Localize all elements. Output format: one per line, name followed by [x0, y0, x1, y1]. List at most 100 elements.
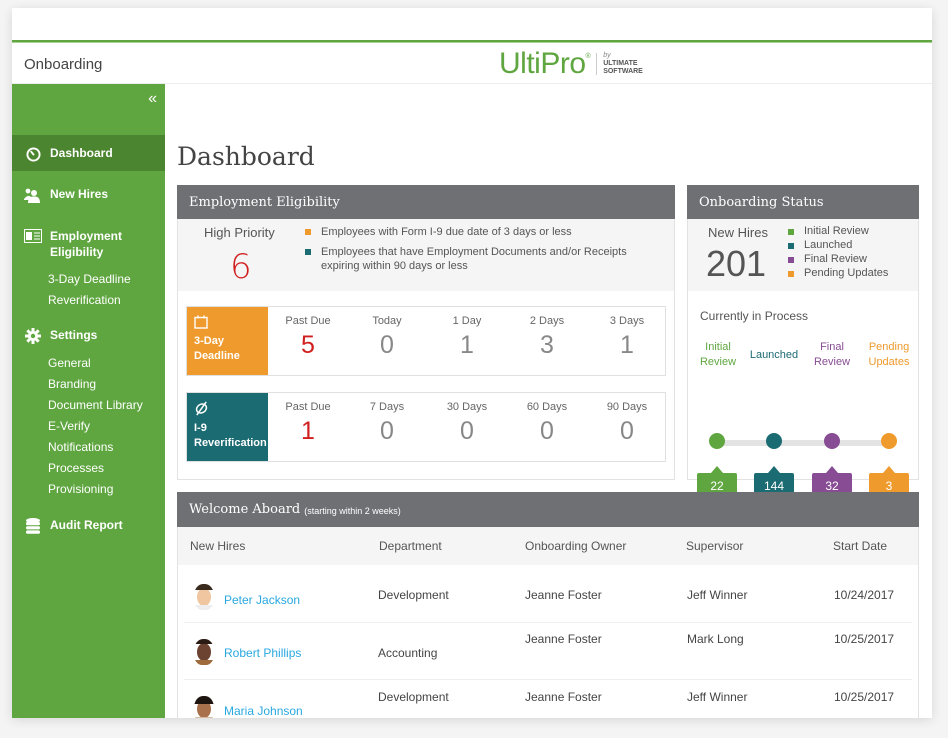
new-hires-summary: New Hires 201 Initial Review Launched Fi… [688, 219, 918, 291]
sidebar-subitem-provisioning[interactable]: Provisioning [48, 482, 113, 496]
sidebar-item-settings[interactable]: Settings [12, 328, 165, 344]
welcome-aboard-subtitle: (starting within 2 weeks) [304, 505, 401, 516]
three-day-deadline-tag[interactable]: 3-Day Deadline [187, 307, 268, 375]
sidebar-item-employment-eligibility[interactable]: Employment Eligibility [12, 228, 165, 260]
legend-swatch-orange [305, 229, 311, 235]
app-window: Onboarding UltiPro® by ULTIMATE SOFTWARE… [12, 8, 932, 718]
sidebar-subitem-document-library[interactable]: Document Library [48, 398, 143, 412]
sidebar-subitem-reverification[interactable]: Reverification [48, 293, 121, 307]
reverification-col-7-days[interactable]: 7 Days 0 [347, 401, 427, 446]
owner-cell: Jeanne Foster [525, 690, 602, 704]
owner-cell: Jeanne Foster [525, 588, 602, 602]
accent-bar [12, 40, 932, 43]
table-header: New Hires Department Onboarding Owner Su… [178, 527, 918, 565]
sidebar-subitem-general[interactable]: General [48, 356, 91, 370]
sidebar-item-label: New Hires [50, 187, 109, 201]
app-header: Onboarding UltiPro® by ULTIMATE SOFTWARE [12, 44, 932, 84]
start-date-cell: 10/25/2017 [834, 690, 895, 704]
ultipro-logo[interactable]: UltiPro® by ULTIMATE SOFTWARE [499, 47, 643, 81]
stage-dot-final-review[interactable] [824, 433, 840, 449]
three-day-deadline-row: 3-Day Deadline Past Due 5 Today 0 1 Day … [186, 306, 666, 376]
main-content: Dashboard Employment Eligibility High Pr… [165, 84, 932, 718]
department-cell: Development [378, 588, 449, 602]
column-header-supervisor[interactable]: Supervisor [686, 539, 743, 553]
new-hire-name-link[interactable]: Peter Jackson [224, 593, 300, 607]
app-title: Onboarding [24, 56, 103, 73]
legend-initial-review: Initial Review [788, 225, 869, 237]
table-row[interactable]: Robert Phillips Accounting Jeanne Foster… [184, 623, 912, 680]
logo-divider [596, 53, 598, 75]
employment-eligibility-header: Employment Eligibility [177, 185, 675, 219]
users-icon [24, 187, 42, 203]
sidebar-item-dashboard[interactable]: Dashboard [12, 135, 165, 171]
department-cell: Development [378, 690, 449, 704]
process-track [716, 440, 888, 446]
deadline-col-3-days[interactable]: 3 Days 1 [587, 315, 667, 360]
top-band [12, 8, 932, 40]
sidebar-item-label: Settings [50, 328, 98, 342]
column-header-onboarding-owner[interactable]: Onboarding Owner [525, 539, 626, 553]
refresh-icon [194, 401, 209, 419]
supervisor-cell: Jeff Winner [687, 588, 748, 602]
reverification-col-past-due[interactable]: Past Due 1 [268, 401, 348, 446]
new-hires-label: New Hires [708, 225, 768, 240]
sidebar-item-new-hires[interactable]: New Hires [12, 187, 165, 203]
collapse-sidebar-icon[interactable]: « [148, 90, 157, 108]
sidebar-subitem-e-verify[interactable]: E-Verify [48, 419, 90, 433]
stage-label-pending-updates: Pending Updates [868, 341, 910, 368]
legend-launched: Launched [788, 239, 852, 251]
stage-dot-initial-review[interactable] [709, 433, 725, 449]
welcome-aboard-table: New Hires Department Onboarding Owner Su… [177, 527, 919, 718]
reverification-col-60-days[interactable]: 60 Days 0 [507, 401, 587, 446]
onboarding-status-header: Onboarding Status [687, 185, 919, 219]
legend-item-90-day: Employees that have Employment Documents… [305, 245, 645, 273]
department-cell: Accounting [378, 646, 438, 660]
sidebar-item-label: Employment Eligibility [50, 229, 123, 259]
reverification-row: I-9 Reverification Past Due 1 7 Days 0 3… [186, 392, 666, 462]
legend-final-review: Final Review [788, 253, 867, 265]
stage-dot-pending-updates[interactable] [881, 433, 897, 449]
employment-eligibility-panel: High Priority 6 Employees with Form I-9 … [177, 219, 675, 480]
reverification-col-30-days[interactable]: 30 Days 0 [427, 401, 507, 446]
sidebar-subitem-notifications[interactable]: Notifications [48, 440, 113, 454]
sidebar-item-audit-report[interactable]: Audit Report [12, 518, 165, 534]
deadline-col-2-days[interactable]: 2 Days 3 [507, 315, 587, 360]
column-header-department[interactable]: Department [379, 539, 442, 553]
logo-wordmark: UltiPro® [499, 47, 591, 80]
gear-icon [24, 328, 42, 344]
new-hire-name-link[interactable]: Maria Johnson [224, 704, 303, 718]
sidebar-subitem-branding[interactable]: Branding [48, 377, 96, 391]
avatar [194, 584, 214, 610]
deadline-col-past-due[interactable]: Past Due 5 [268, 315, 348, 360]
welcome-aboard-header: Welcome Aboard (starting within 2 weeks) [177, 492, 919, 527]
sidebar-subitem-processes[interactable]: Processes [48, 461, 104, 475]
currently-in-process-label: Currently in Process [700, 309, 809, 323]
new-hire-name-link[interactable]: Robert Phillips [224, 646, 301, 660]
stage-label-initial-review: Initial Review [699, 341, 737, 368]
id-card-icon [24, 228, 42, 244]
high-priority-label: High Priority [204, 225, 275, 240]
logo-company: by ULTIMATE SOFTWARE [603, 52, 643, 75]
high-priority-count[interactable]: 6 [230, 247, 252, 287]
sidebar-subitem-3-day-deadline[interactable]: 3-Day Deadline [48, 272, 131, 286]
table-row[interactable]: Maria Johnson Development Jeanne Foster … [184, 680, 912, 718]
column-header-start-date[interactable]: Start Date [833, 539, 887, 553]
avatar [194, 696, 214, 718]
reverification-tag[interactable]: I-9 Reverification [187, 393, 268, 461]
avatar [194, 639, 214, 665]
legend-swatch-teal [305, 249, 311, 255]
supervisor-cell: Mark Long [687, 632, 744, 646]
legend-pending-updates: Pending Updates [788, 267, 888, 279]
welcome-aboard-title: Welcome Aboard [189, 502, 301, 517]
page-title: Dashboard [177, 142, 315, 171]
reverification-col-90-days[interactable]: 90 Days 0 [587, 401, 667, 446]
clock-icon [24, 146, 42, 162]
sidebar-item-label: Audit Report [50, 518, 123, 532]
column-header-new-hires[interactable]: New Hires [190, 539, 245, 553]
stage-dot-launched[interactable] [766, 433, 782, 449]
table-row[interactable]: Peter Jackson Development Jeanne Foster … [184, 566, 912, 623]
legend-item-3-day: Employees with Form I-9 due date of 3 da… [305, 225, 645, 239]
sidebar: « Dashboard New Hires Employment Eligibil… [12, 84, 165, 718]
deadline-col-today[interactable]: Today 0 [347, 315, 427, 360]
deadline-col-1-day[interactable]: 1 Day 1 [427, 315, 507, 360]
